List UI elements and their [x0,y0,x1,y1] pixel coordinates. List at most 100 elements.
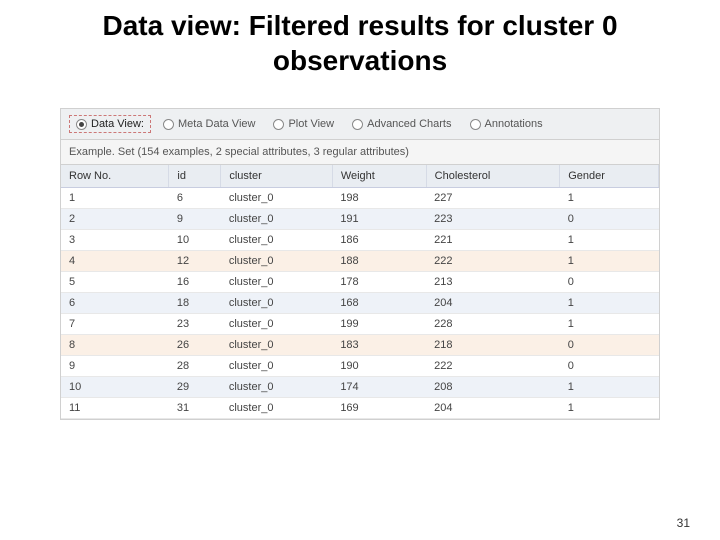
cell-cluster: cluster_0 [221,377,332,398]
col-gender[interactable]: Gender [560,165,659,188]
cell-cholesterol: 228 [426,314,560,335]
col-id[interactable]: id [169,165,221,188]
cell-cluster: cluster_0 [221,188,332,209]
cell-cluster: cluster_0 [221,335,332,356]
tab-data-view[interactable]: Data View: [69,115,151,133]
cell-rowno: 6 [61,293,169,314]
table-body: 16cluster_0198227129cluster_01912230310c… [61,188,659,419]
cell-id: 6 [169,188,221,209]
radio-icon [352,119,363,130]
col-cluster[interactable]: cluster [221,165,332,188]
cell-gender: 1 [560,314,659,335]
dataset-info: Example. Set (154 examples, 2 special at… [61,140,659,165]
cell-cluster: cluster_0 [221,398,332,419]
cell-weight: 169 [332,398,426,419]
col-cholesterol[interactable]: Cholesterol [426,165,560,188]
radio-icon [163,119,174,130]
table-row[interactable]: 310cluster_01862211 [61,230,659,251]
table-row[interactable]: 29cluster_01912230 [61,209,659,230]
cell-cluster: cluster_0 [221,272,332,293]
table-row[interactable]: 1131cluster_01692041 [61,398,659,419]
data-table: Row No. id cluster Weight Cholesterol Ge… [61,165,659,419]
cell-gender: 1 [560,293,659,314]
cell-weight: 198 [332,188,426,209]
cell-weight: 191 [332,209,426,230]
cell-id: 9 [169,209,221,230]
cell-id: 12 [169,251,221,272]
cell-cluster: cluster_0 [221,314,332,335]
cell-cholesterol: 222 [426,251,560,272]
cell-cholesterol: 227 [426,188,560,209]
cell-id: 26 [169,335,221,356]
tab-label: Data View: [91,118,144,130]
cell-rowno: 3 [61,230,169,251]
cell-gender: 0 [560,335,659,356]
col-weight[interactable]: Weight [332,165,426,188]
radio-icon [470,119,481,130]
table-header-row: Row No. id cluster Weight Cholesterol Ge… [61,165,659,188]
cell-weight: 183 [332,335,426,356]
slide-title: Data view: Filtered results for cluster … [0,0,720,78]
cell-id: 16 [169,272,221,293]
tab-label: Annotations [485,118,543,130]
cell-rowno: 1 [61,188,169,209]
cell-cluster: cluster_0 [221,209,332,230]
cell-id: 23 [169,314,221,335]
cell-weight: 174 [332,377,426,398]
cell-rowno: 5 [61,272,169,293]
cell-cluster: cluster_0 [221,293,332,314]
cell-gender: 1 [560,230,659,251]
cell-cholesterol: 208 [426,377,560,398]
cell-cholesterol: 213 [426,272,560,293]
cell-cholesterol: 222 [426,356,560,377]
slide-number: 31 [677,516,690,530]
tab-annotations[interactable]: Annotations [464,116,549,132]
cell-id: 29 [169,377,221,398]
cell-cholesterol: 223 [426,209,560,230]
cell-rowno: 10 [61,377,169,398]
cell-cholesterol: 204 [426,398,560,419]
table-row[interactable]: 618cluster_01682041 [61,293,659,314]
cell-cluster: cluster_0 [221,356,332,377]
cell-weight: 190 [332,356,426,377]
cell-rowno: 2 [61,209,169,230]
cell-cluster: cluster_0 [221,230,332,251]
tab-label: Plot View [288,118,334,130]
table-row[interactable]: 1029cluster_01742081 [61,377,659,398]
cell-rowno: 8 [61,335,169,356]
cell-weight: 199 [332,314,426,335]
cell-id: 28 [169,356,221,377]
cell-id: 18 [169,293,221,314]
cell-cluster: cluster_0 [221,251,332,272]
table-row[interactable]: 16cluster_01982271 [61,188,659,209]
view-tabs: Data View: Meta Data View Plot View Adva… [61,109,659,140]
cell-gender: 1 [560,188,659,209]
results-panel: Data View: Meta Data View Plot View Adva… [60,108,660,420]
cell-gender: 0 [560,356,659,377]
cell-gender: 0 [560,209,659,230]
tab-advanced-charts[interactable]: Advanced Charts [346,116,457,132]
cell-gender: 1 [560,251,659,272]
tab-meta-data-view[interactable]: Meta Data View [157,116,261,132]
cell-weight: 188 [332,251,426,272]
tab-plot-view[interactable]: Plot View [267,116,340,132]
cell-id: 10 [169,230,221,251]
cell-id: 31 [169,398,221,419]
table-row[interactable]: 412cluster_01882221 [61,251,659,272]
tab-label: Advanced Charts [367,118,451,130]
cell-weight: 186 [332,230,426,251]
cell-gender: 0 [560,272,659,293]
radio-icon [273,119,284,130]
cell-rowno: 7 [61,314,169,335]
table-row[interactable]: 516cluster_01782130 [61,272,659,293]
table-row[interactable]: 928cluster_01902220 [61,356,659,377]
cell-cholesterol: 204 [426,293,560,314]
cell-rowno: 9 [61,356,169,377]
table-row[interactable]: 826cluster_01832180 [61,335,659,356]
cell-weight: 168 [332,293,426,314]
cell-gender: 1 [560,377,659,398]
cell-cholesterol: 221 [426,230,560,251]
cell-gender: 1 [560,398,659,419]
col-rowno[interactable]: Row No. [61,165,169,188]
table-row[interactable]: 723cluster_01992281 [61,314,659,335]
